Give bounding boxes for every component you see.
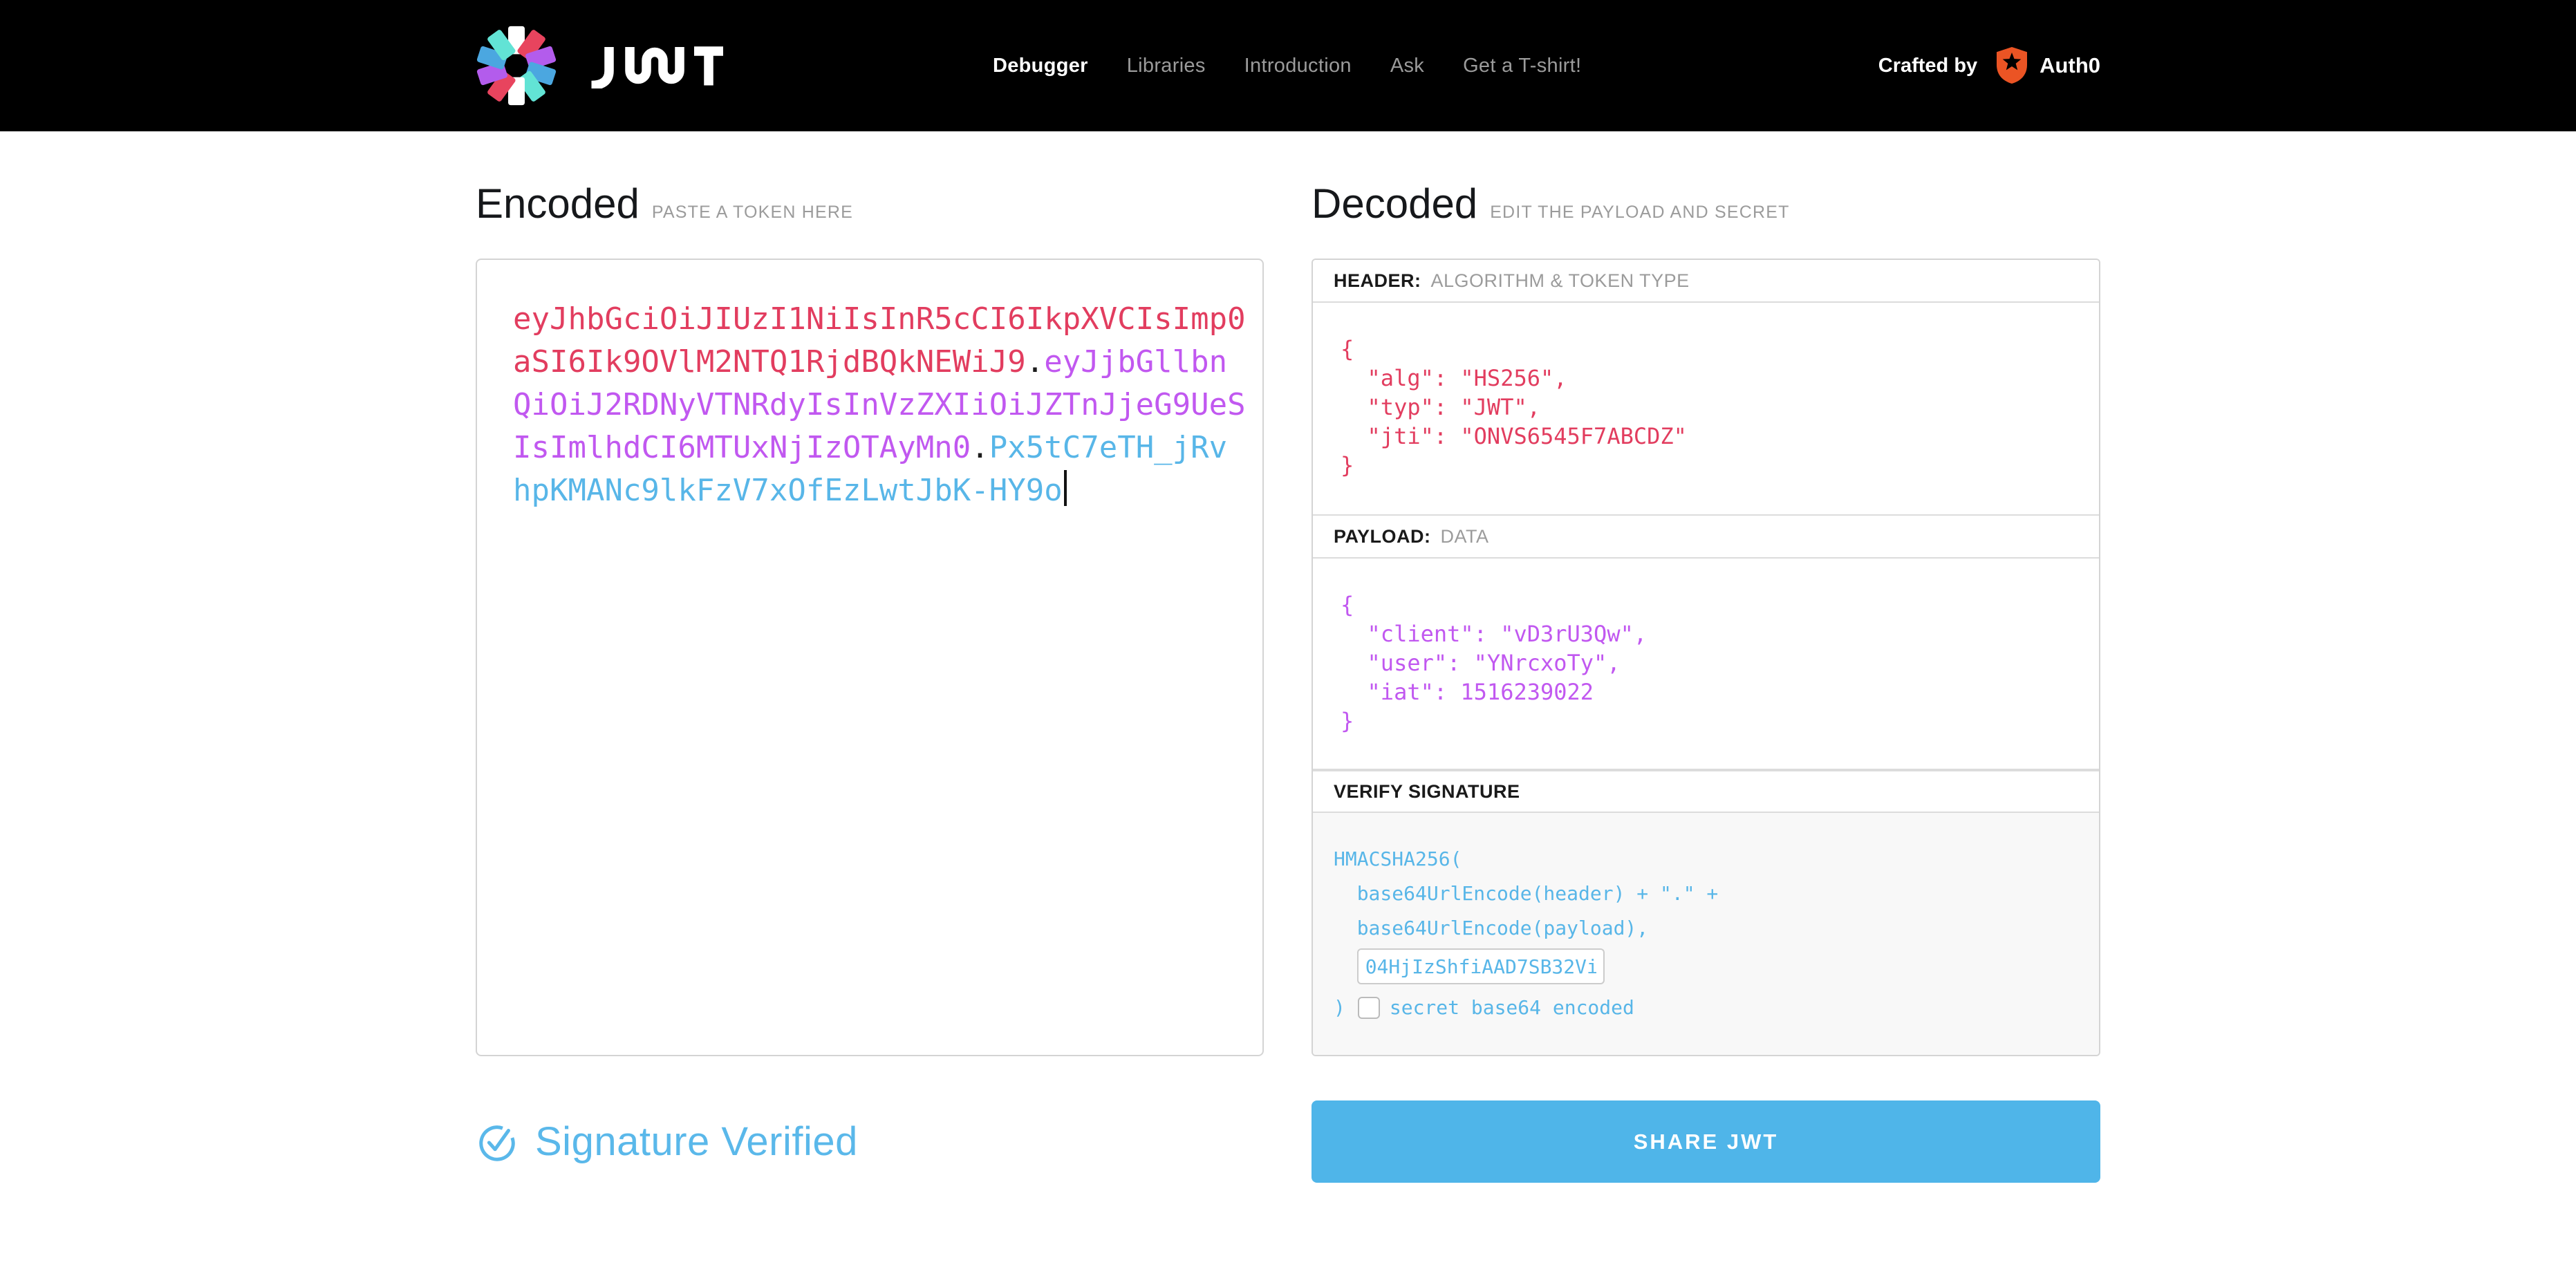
payload-section-sublabel: DATA <box>1441 526 1489 547</box>
nav-link-libraries[interactable]: Libraries <box>1127 55 1206 77</box>
closing-paren: ) <box>1334 988 1345 1027</box>
crafted-by-auth0-link[interactable]: Crafted by Auth0 <box>1878 47 2100 84</box>
jwt-wordmark <box>582 43 723 88</box>
signature-status-text: Signature Verified <box>535 1118 858 1165</box>
signature-status: Signature Verified <box>476 1100 1264 1183</box>
token-separator-dot: . <box>971 430 989 465</box>
nav-menu: Debugger Libraries Introduction Ask Get … <box>993 55 1581 77</box>
nav-link-tshirt[interactable]: Get a T-shirt! <box>1463 55 1581 77</box>
hmac-formula-line3: base64UrlEncode(payload), <box>1334 911 2099 946</box>
header-json-editor[interactable]: { "alg": "HS256", "typ": "JWT", "jti": "… <box>1313 303 2099 516</box>
nav-link-ask[interactable]: Ask <box>1390 55 1424 77</box>
auth0-brand-label: Auth0 <box>2040 53 2100 78</box>
secret-options-row: ) secret base64 encoded <box>1334 988 2099 1027</box>
nav-link-debugger[interactable]: Debugger <box>993 55 1088 77</box>
hmac-formula-line1: HMACSHA256( <box>1334 842 2099 877</box>
jwt-token-text: eyJhbGciOiJIUzI1NiIsInR5cCI6IkpXVCIsImp0… <box>513 298 1246 512</box>
header-section-sublabel: ALGORITHM & TOKEN TYPE <box>1431 270 1690 292</box>
crafted-by-label: Crafted by <box>1878 55 1977 77</box>
jwt-logo-link[interactable] <box>476 25 723 106</box>
hmac-formula-line2: base64UrlEncode(header) + "." + <box>1334 877 2099 911</box>
encoded-heading: Encoded PASTE A TOKEN HERE <box>476 180 1264 225</box>
verify-signature-area: HMACSHA256( base64UrlEncode(header) + ".… <box>1313 813 2099 1055</box>
verify-signature-label: VERIFY SIGNATURE <box>1334 781 1520 803</box>
payload-json-editor[interactable]: { "client": "vD3rU3Qw", "user": "YNrcxoT… <box>1313 559 2099 770</box>
secret-base64-checkbox[interactable] <box>1358 997 1380 1019</box>
decoded-heading: Decoded EDIT THE PAYLOAD AND SECRET <box>1312 180 2100 225</box>
encoded-column: Encoded PASTE A TOKEN HERE eyJhbGciOiJIU… <box>476 180 1264 1183</box>
verify-signature-bar: VERIFY SIGNATURE <box>1313 770 2099 813</box>
encoded-subtitle: PASTE A TOKEN HERE <box>652 203 853 223</box>
auth0-shield-icon <box>1995 47 2028 84</box>
navbar: Debugger Libraries Introduction Ask Get … <box>0 0 2576 131</box>
decoded-column: Decoded EDIT THE PAYLOAD AND SECRET HEAD… <box>1312 180 2100 1183</box>
check-circle-icon <box>476 1121 519 1163</box>
token-separator-dot: . <box>1026 344 1045 380</box>
payload-section-label: PAYLOAD: <box>1334 526 1431 547</box>
secret-base64-label: secret base64 encoded <box>1390 988 1634 1027</box>
nav-link-introduction[interactable]: Introduction <box>1244 55 1352 77</box>
header-section-label: HEADER: <box>1334 270 1421 292</box>
secret-input[interactable] <box>1357 948 1605 984</box>
payload-section-bar: PAYLOAD: DATA <box>1313 516 2099 559</box>
share-jwt-button[interactable]: SHARE JWT <box>1312 1100 2100 1183</box>
text-cursor-caret <box>1064 470 1067 506</box>
encoded-token-editor[interactable]: eyJhbGciOiJIUzI1NiIsInR5cCI6IkpXVCIsImp0… <box>476 259 1264 1056</box>
debugger-main: Encoded PASTE A TOKEN HERE eyJhbGciOiJIU… <box>476 131 2100 1183</box>
decoded-panel: HEADER: ALGORITHM & TOKEN TYPE { "alg": … <box>1312 259 2100 1056</box>
encoded-title: Encoded <box>476 180 640 227</box>
decoded-title: Decoded <box>1312 180 1477 227</box>
decoded-subtitle: EDIT THE PAYLOAD AND SECRET <box>1490 203 1789 223</box>
header-section-bar: HEADER: ALGORITHM & TOKEN TYPE <box>1313 260 2099 303</box>
jwt-pinwheel-icon <box>476 25 557 106</box>
